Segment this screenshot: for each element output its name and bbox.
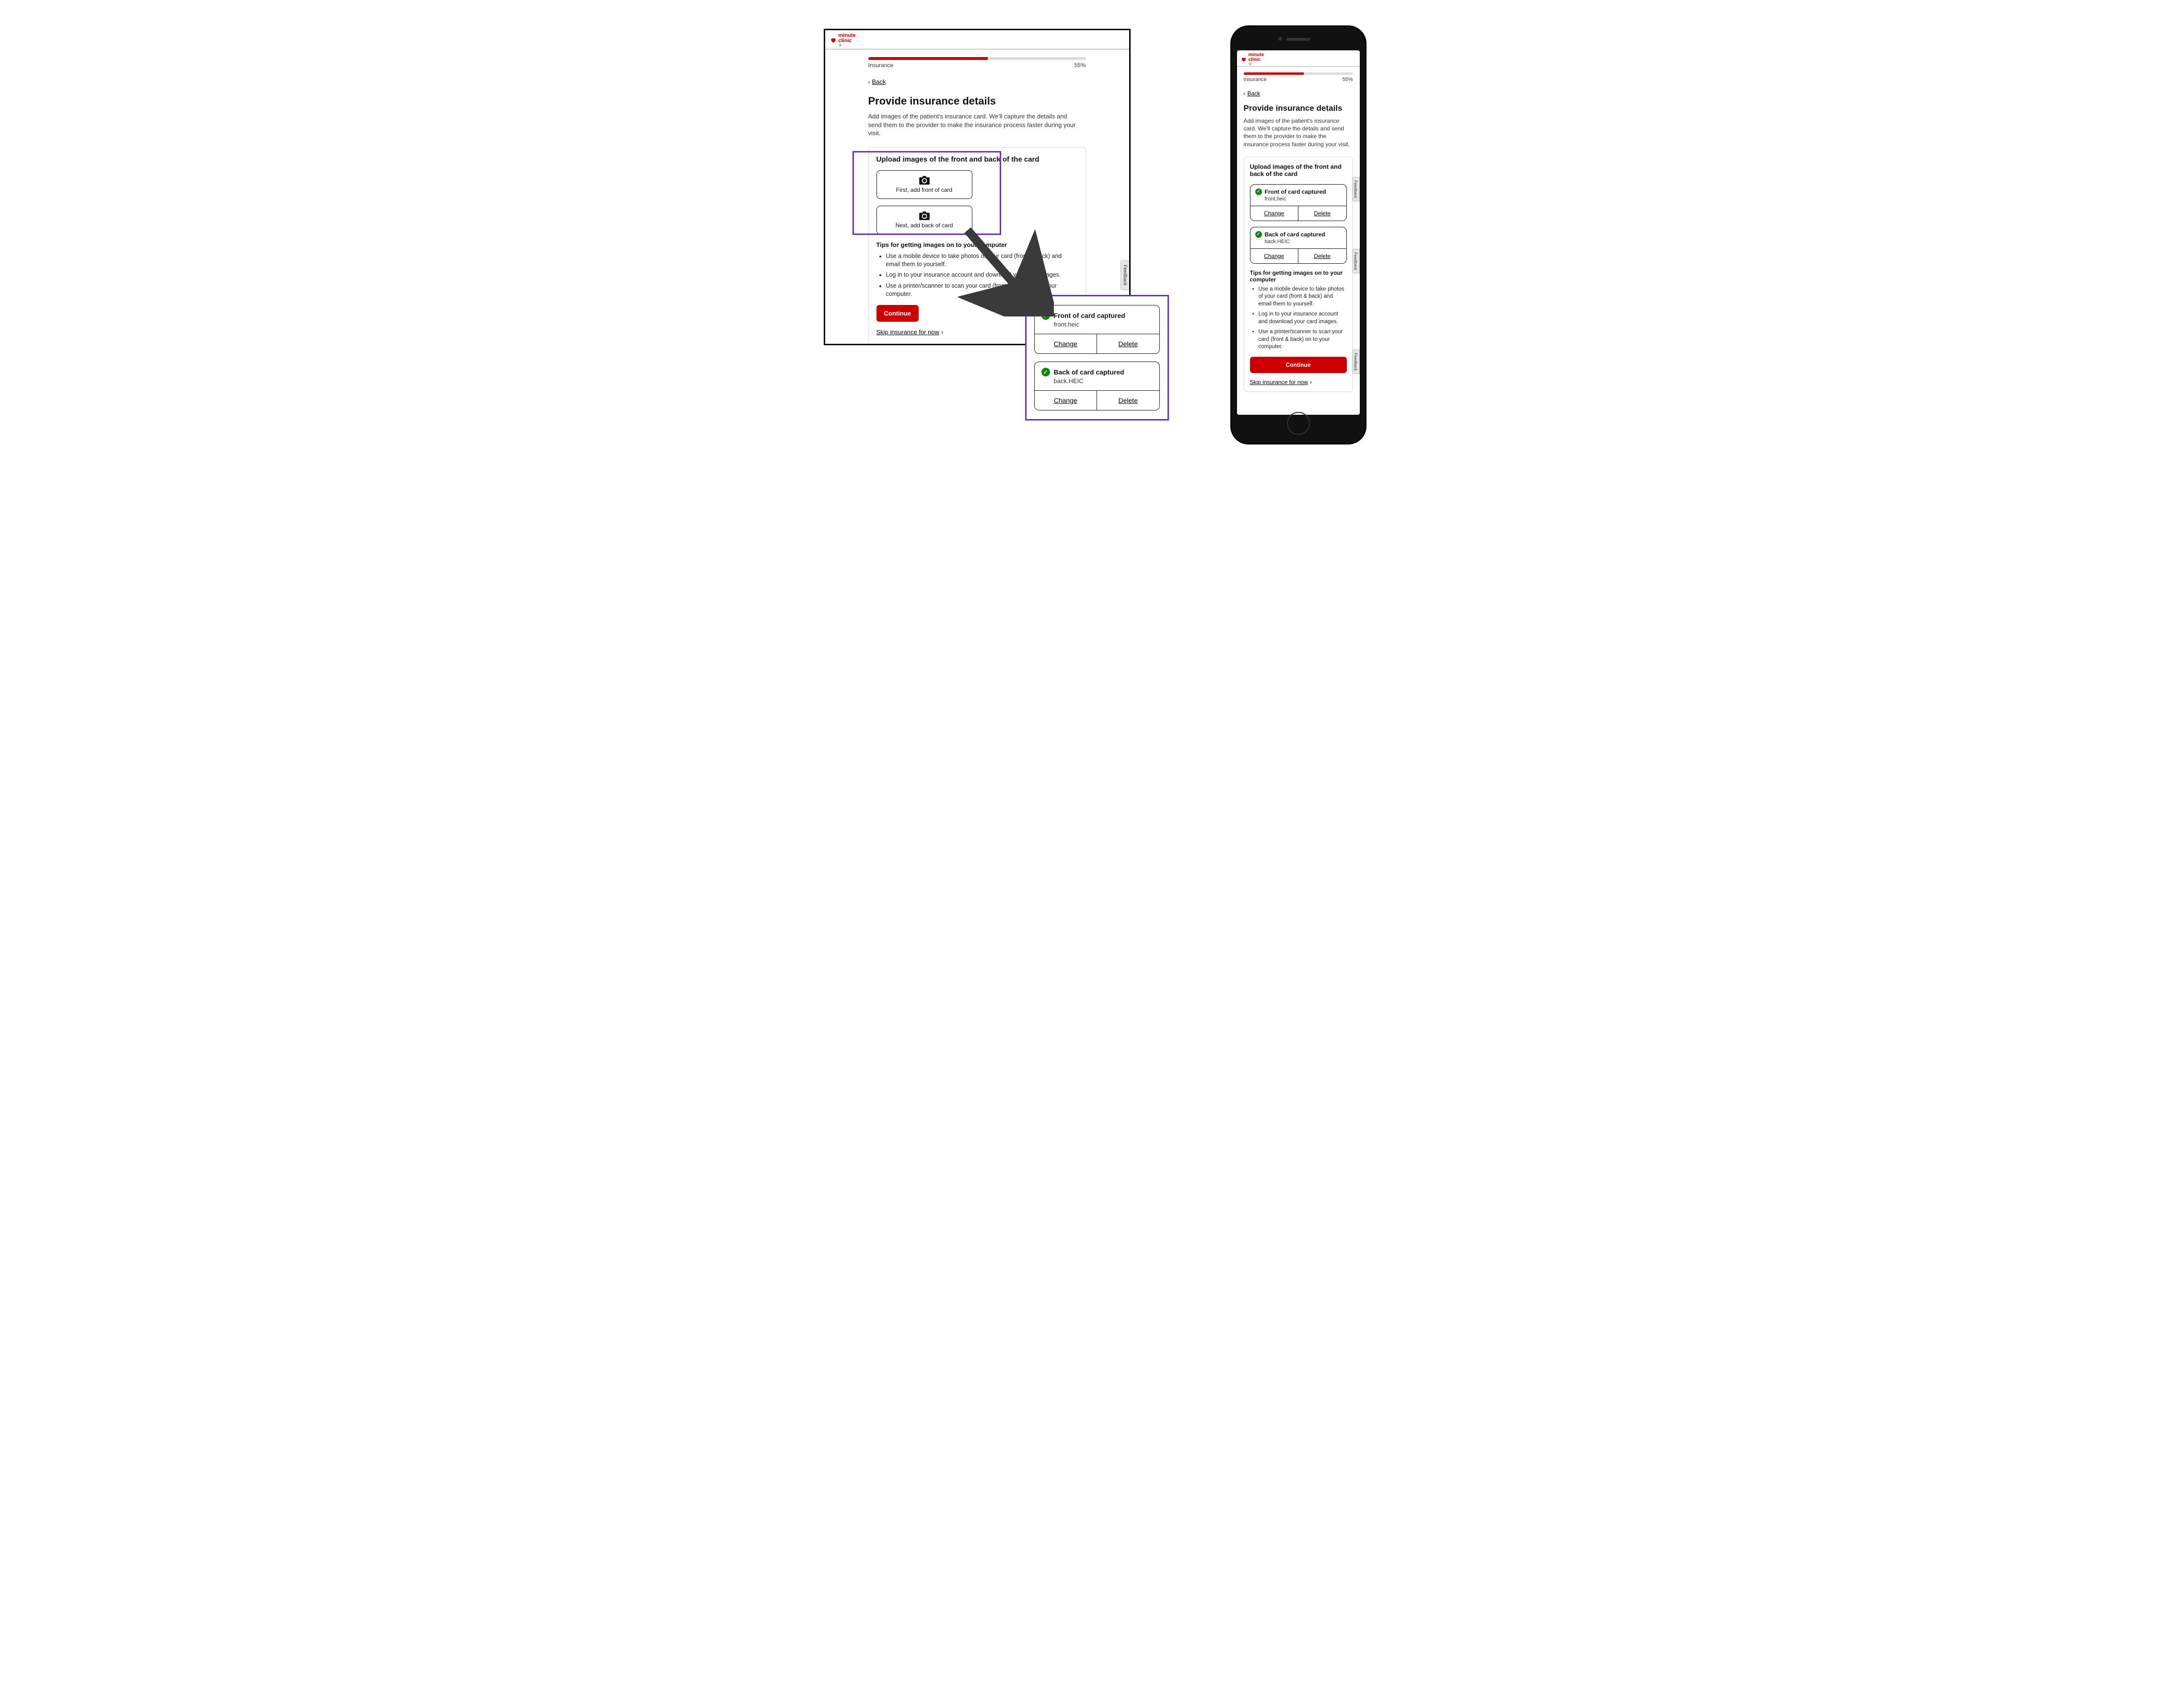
tips-list: Use a mobile device to take photos of yo… [1259,286,1347,351]
progress-percent: 55% [1342,77,1353,82]
back-text: Back [872,78,886,85]
chevron-left-icon: ‹ [868,79,870,85]
tips-item: Log in to your insurance account and dow… [1259,311,1347,326]
delete-back-button[interactable]: Delete [1298,249,1346,263]
check-icon: ✓ [1041,368,1050,376]
brand-bar: minute clinic® [1237,50,1360,67]
back-link[interactable]: ‹ Back [868,78,886,85]
page-title: Provide insurance details [1244,104,1353,113]
heart-icon [830,37,837,44]
captured-front-title: Front of card captured [1054,312,1125,319]
captured-back-card: ✓ Back of card captured back.HEIC Change… [1250,227,1347,264]
delete-front-button[interactable]: Delete [1097,334,1159,353]
change-back-button[interactable]: Change [1035,391,1097,410]
skip-text: Skip insurance for now [876,328,940,336]
upload-heading: Upload images of the front and back of t… [1250,163,1347,177]
captured-front-file: front.heic [1265,196,1342,202]
camera-icon [919,211,930,220]
chevron-left-icon: ‹ [1244,90,1246,97]
check-icon: ✓ [1255,231,1262,238]
phone-screen: minute clinic® Insurance 55% ‹ Back [1237,50,1360,415]
upload-front-label: First, add front of card [896,187,952,193]
progress-label: Insurance [1244,77,1267,82]
skip-link[interactable]: Skip insurance for now › [1250,379,1312,386]
brand-tm: ® [1249,62,1264,66]
captured-back-file: back.HEIC [1054,377,1153,385]
progress: Insurance 55% [1244,72,1353,82]
skip-text: Skip insurance for now [1250,379,1308,386]
delete-front-button[interactable]: Delete [1298,206,1346,221]
upload-front-button[interactable]: First, add front of card [876,170,972,199]
captured-front-file: front.heic [1054,321,1153,328]
change-front-button[interactable]: Change [1035,334,1097,353]
progress-fill [868,57,988,60]
tips-item: Use a printer/scanner to scan your card … [1259,328,1347,351]
arrow-icon [958,221,1054,316]
feedback-tab[interactable]: Feedback [1352,249,1360,273]
brand-logo: minute clinic® [1241,53,1356,66]
continue-button[interactable]: Continue [876,305,919,322]
captured-back-title: Back of card captured [1054,368,1124,376]
back-link[interactable]: ‹ Back [1244,90,1261,97]
captured-back-file: back.HEIC [1265,239,1342,245]
upload-back-label: Next, add back of card [895,222,953,229]
upload-card: Upload images of the front and back of t… [1244,157,1353,392]
captured-back-title: Back of card captured [1265,231,1325,238]
progress-percent: 55% [1074,62,1086,69]
feedback-tab[interactable]: Feedback [1352,177,1360,201]
change-front-button[interactable]: Change [1250,206,1298,221]
back-text: Back [1248,90,1261,97]
chevron-right-icon: › [1310,379,1312,386]
feedback-tab[interactable]: Feedback [1352,350,1360,374]
progress: Insurance 55% [868,57,1086,69]
delete-back-button[interactable]: Delete [1097,391,1159,410]
skip-link[interactable]: Skip insurance for now › [876,328,944,336]
page-title: Provide insurance details [868,95,1086,107]
progress-label: Insurance [868,62,894,69]
captured-front-card: ✓ Front of card captured front.heic Chan… [1250,184,1347,221]
captured-back-card: ✓ Back of card captured back.HEIC Change… [1034,362,1160,410]
continue-button[interactable]: Continue [1250,357,1347,373]
page-description: Add images of the patient's insurance ca… [1244,117,1353,148]
tips-item: Use a mobile device to take photos of yo… [1259,286,1347,308]
tips-heading: Tips for getting images on to your compu… [1250,269,1347,283]
camera-icon [919,176,930,185]
feedback-tab[interactable]: Feedback [1121,260,1129,290]
change-back-button[interactable]: Change [1250,249,1298,263]
chevron-right-icon: › [941,328,943,336]
progress-bar [868,57,1086,60]
brand-bar: minute clinic® [825,30,1129,49]
heart-icon [1241,57,1247,62]
captured-front-title: Front of card captured [1265,188,1326,195]
phone-frame: minute clinic® Insurance 55% ‹ Back [1231,26,1366,444]
brand-logo: minute clinic® [830,33,1124,47]
page-description: Add images of the patient's insurance ca… [868,112,1079,138]
brand-tm: ® [839,44,856,47]
check-icon: ✓ [1255,188,1262,195]
upload-heading: Upload images of the front and back of t… [876,155,1078,164]
